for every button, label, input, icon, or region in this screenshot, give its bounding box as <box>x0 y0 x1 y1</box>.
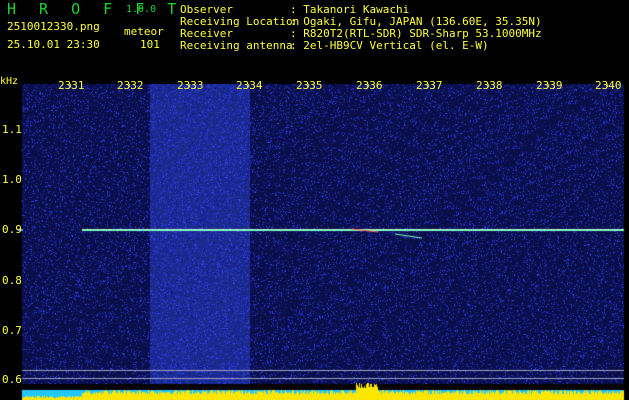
info-value-antenna: : 2el-HB9CV Vertical (el. E-W) <box>290 39 489 52</box>
mode-label: meteor <box>124 25 164 38</box>
app-logo: H R O F F T <box>7 0 184 18</box>
meteor-count: 101 <box>140 38 160 51</box>
header-panel: H R O F F T 1.0.0 2510012330.png meteor … <box>0 0 629 72</box>
file-name: 2510012330.png <box>7 20 100 33</box>
spectrogram-canvas <box>0 72 629 400</box>
app-version: 1.0.0 <box>126 4 157 15</box>
info-label-antenna: Receiving antenna <box>180 39 293 52</box>
capture-datetime: 25.10.01 23:30 <box>7 38 100 51</box>
